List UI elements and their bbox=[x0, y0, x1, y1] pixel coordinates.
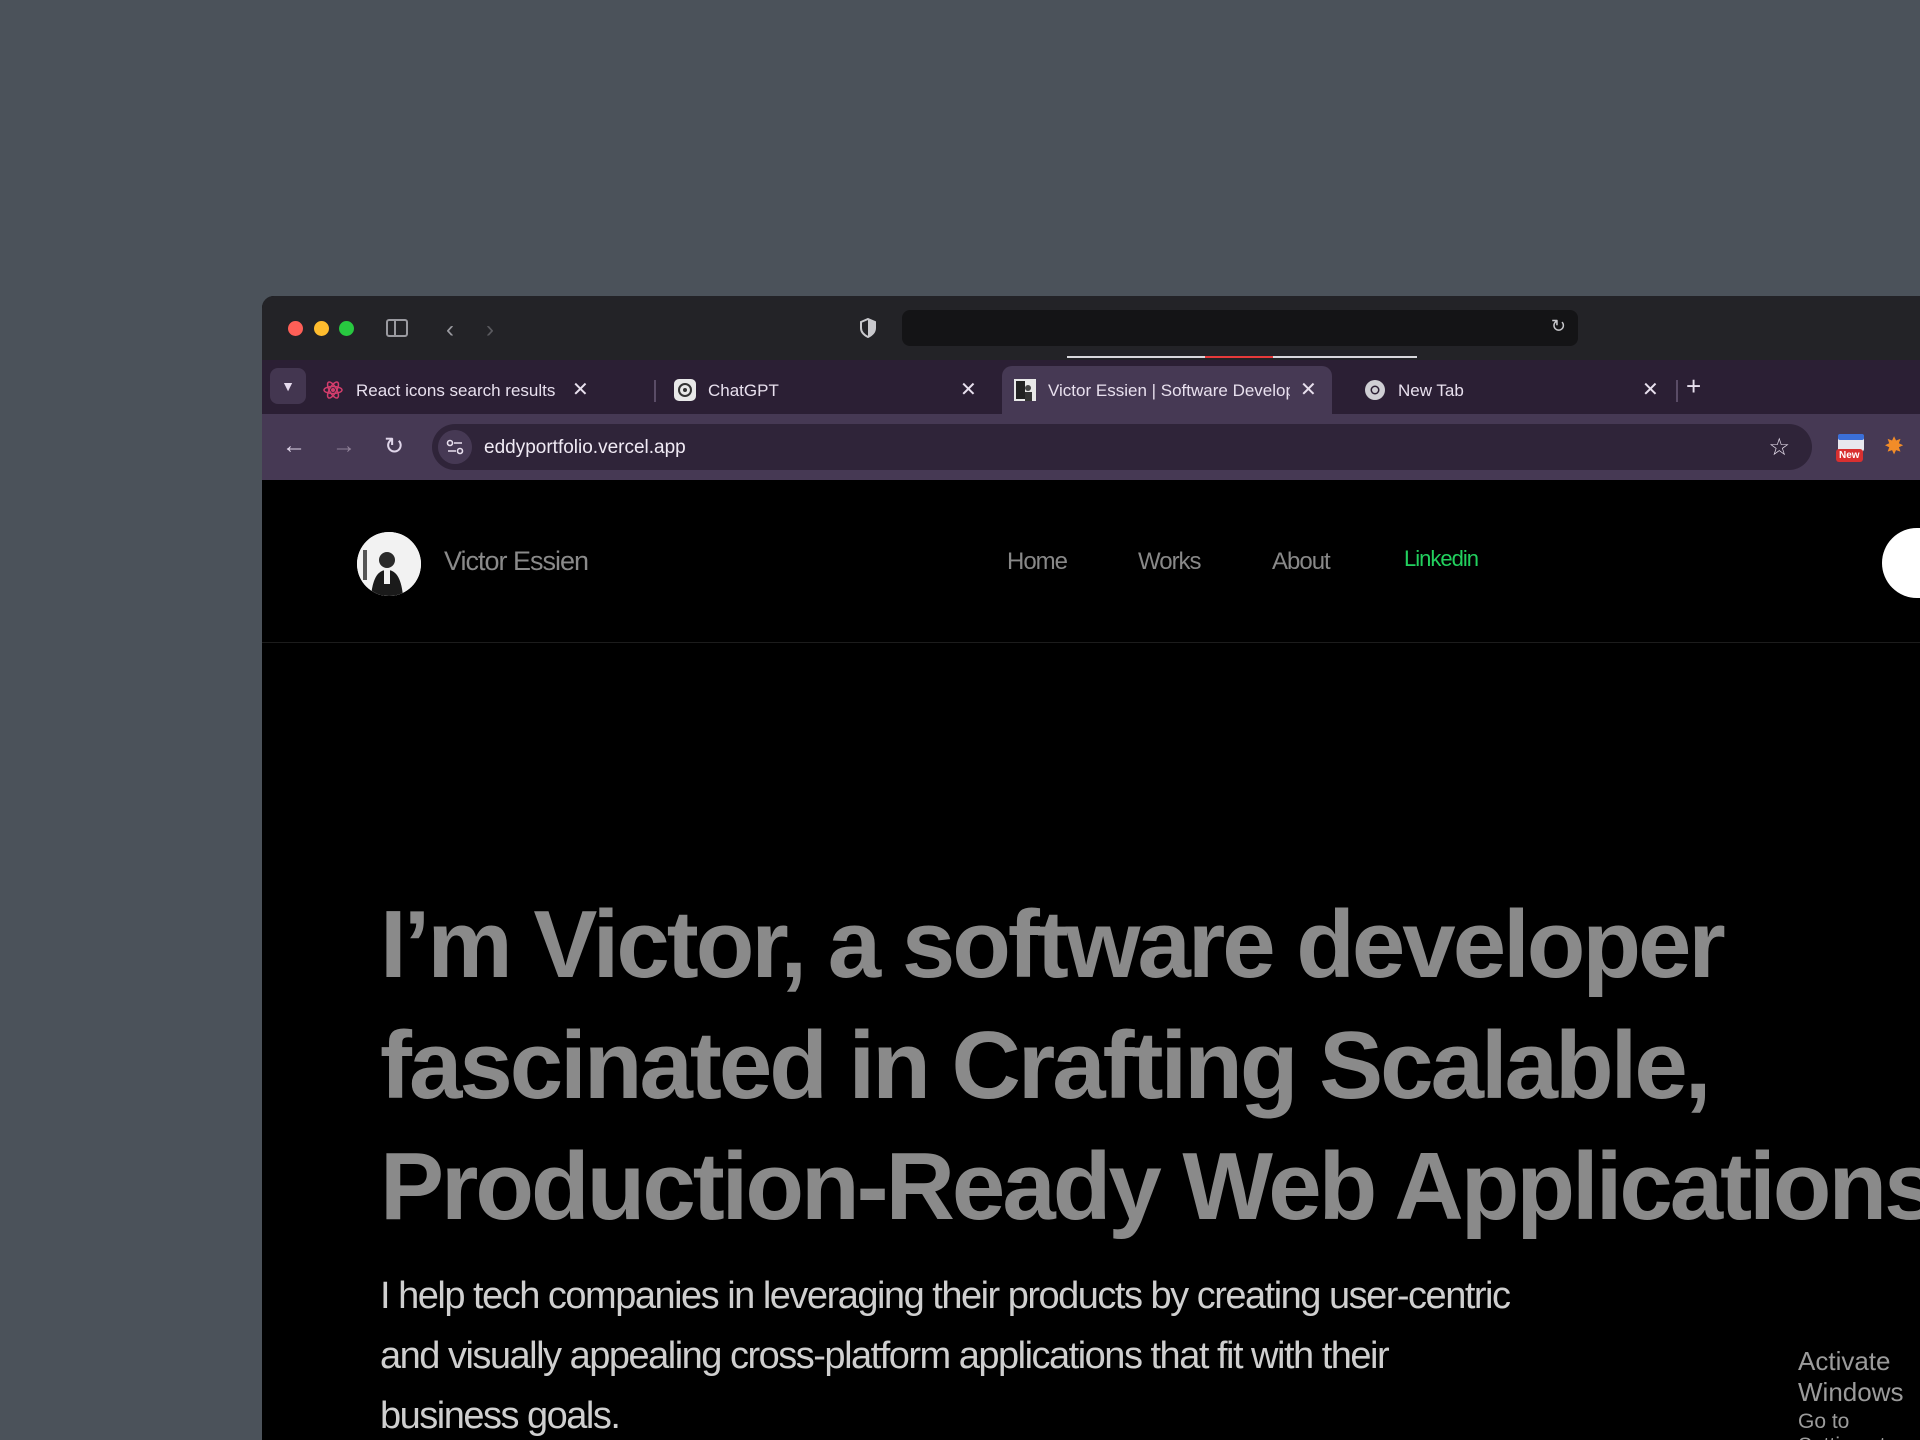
browser-nav-bar: ← → ↻ eddyportfolio.vercel.app ☆ New ✸ bbox=[262, 414, 1920, 480]
tab-strip: ▼ React icons search results ✕ ChatGPT ✕ bbox=[262, 360, 1920, 414]
forward-chevron-icon[interactable]: › bbox=[486, 316, 494, 344]
tab-divider bbox=[1676, 380, 1678, 402]
tab-search-chevron-down-icon[interactable]: ▼ bbox=[270, 368, 306, 404]
safari-toolbar: ‹ › ↻ bbox=[262, 296, 1920, 360]
tab-new-tab[interactable]: New Tab ✕ bbox=[1352, 366, 1672, 414]
close-tab-icon[interactable]: ✕ bbox=[1642, 377, 1659, 402]
spark-extension-icon[interactable]: ✸ bbox=[1884, 432, 1904, 461]
url-text: eddyportfolio.vercel.app bbox=[484, 437, 686, 458]
portfolio-page: Victor Essien Home Works About Linkedin … bbox=[262, 480, 1920, 1440]
tab-label: New Tab bbox=[1398, 381, 1464, 400]
new-tab-plus-icon[interactable]: + bbox=[1686, 371, 1701, 402]
close-window-button[interactable] bbox=[288, 321, 303, 336]
tab-chatgpt[interactable]: ChatGPT ✕ bbox=[662, 366, 982, 414]
header-cta-button[interactable] bbox=[1882, 528, 1920, 598]
site-settings-icon[interactable] bbox=[438, 430, 472, 464]
tab-label: React icons search results bbox=[356, 381, 556, 400]
nav-linkedin-link[interactable]: Linkedin bbox=[1404, 546, 1479, 572]
zoom-window-button[interactable] bbox=[339, 321, 354, 336]
chatgpt-icon bbox=[674, 379, 696, 401]
hero-subtitle: I help tech companies in leveraging thei… bbox=[380, 1275, 1511, 1437]
hero-title-line: fascinated in Crafting Scalable, bbox=[380, 1012, 1711, 1119]
minimize-window-button[interactable] bbox=[314, 321, 329, 336]
avatar[interactable] bbox=[357, 532, 421, 596]
address-bar[interactable]: eddyportfolio.vercel.app ☆ bbox=[432, 424, 1812, 470]
portrait-icon bbox=[1014, 379, 1036, 401]
activate-windows-watermark: Activate Windows Go to Settings to activ… bbox=[1798, 1346, 1920, 1440]
tab-label: ChatGPT bbox=[708, 381, 779, 400]
browser-window: ‹ › ↻ ▼ React icons search results ✕ Cha… bbox=[262, 296, 1920, 1440]
back-chevron-icon[interactable]: ‹ bbox=[446, 316, 454, 344]
safari-address-bar[interactable]: ↻ bbox=[902, 310, 1578, 346]
brand-name[interactable]: Victor Essien bbox=[444, 546, 589, 577]
watermark-title: Activate Windows bbox=[1798, 1346, 1904, 1407]
nav-about-link[interactable]: About bbox=[1272, 548, 1331, 576]
hero-title-line: I’m Victor, a software developer bbox=[380, 891, 1726, 998]
nav-works-link[interactable]: Works bbox=[1138, 548, 1202, 576]
react-icon bbox=[323, 381, 343, 399]
hero-title-line: Production-Ready Web Applications bbox=[380, 1133, 1920, 1240]
avatar-portrait-image bbox=[357, 532, 421, 596]
close-tab-icon[interactable]: ✕ bbox=[960, 377, 977, 402]
close-tab-icon[interactable]: ✕ bbox=[572, 377, 589, 402]
back-arrow-icon[interactable]: ← bbox=[282, 432, 306, 460]
tab-react-icons[interactable]: React icons search results ✕ bbox=[310, 366, 600, 414]
hero-title: I’m Victor, a software developer fascina… bbox=[380, 884, 1920, 1247]
tab-divider bbox=[654, 380, 656, 402]
chrome-icon bbox=[1365, 380, 1385, 400]
shield-icon[interactable] bbox=[859, 318, 877, 338]
forward-arrow-icon[interactable]: → bbox=[332, 432, 356, 460]
sidebar-icon[interactable] bbox=[386, 319, 408, 337]
bookmark-star-icon[interactable]: ☆ bbox=[1768, 433, 1790, 462]
watermark-subtitle: Go to Settings to activate Windows. bbox=[1798, 1410, 1897, 1440]
close-tab-icon[interactable]: ✕ bbox=[1300, 377, 1317, 402]
loading-progress-bar bbox=[1067, 356, 1417, 358]
reload-icon[interactable]: ↻ bbox=[1551, 316, 1566, 337]
tab-victor-essien[interactable]: Victor Essien | Software Develop ✕ bbox=[1002, 366, 1332, 414]
site-header: Victor Essien Home Works About Linkedin bbox=[262, 480, 1920, 643]
nav-home-link[interactable]: Home bbox=[1007, 548, 1068, 576]
tab-label: Victor Essien | Software Develop bbox=[1048, 381, 1290, 400]
extension-badge: New bbox=[1836, 449, 1863, 462]
extension-new-icon[interactable]: New bbox=[1834, 432, 1868, 462]
reload-icon[interactable]: ↻ bbox=[384, 432, 404, 461]
